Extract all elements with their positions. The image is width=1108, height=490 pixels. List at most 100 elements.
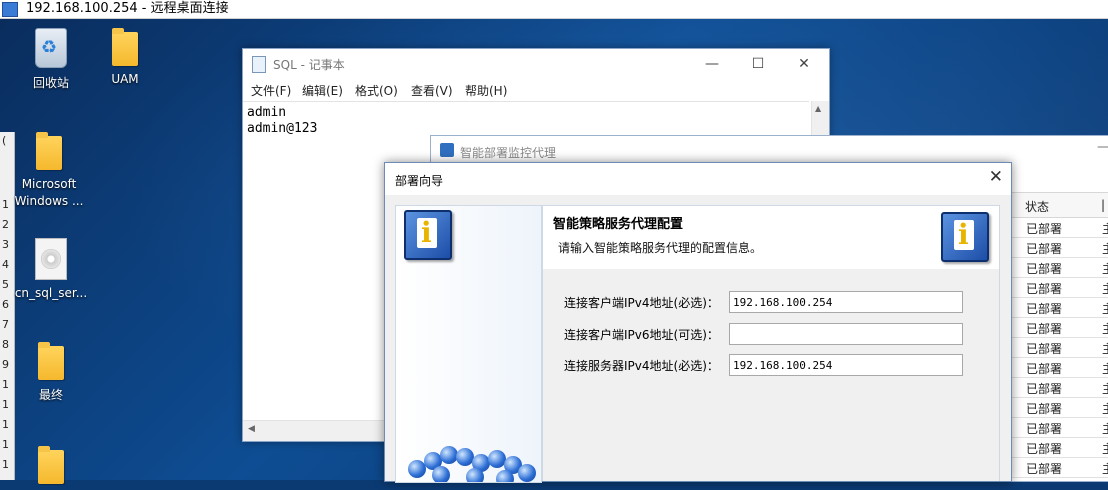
cell: 主 bbox=[1102, 260, 1108, 277]
cell: 主 bbox=[1102, 360, 1108, 377]
server-ipv4-row: 连接服务器IPv4地址(必选)： bbox=[564, 354, 984, 376]
row-digit: 1 bbox=[2, 198, 9, 211]
row-digit: 1 bbox=[2, 438, 9, 451]
close-icon[interactable]: ✕ bbox=[989, 167, 1003, 187]
row-digit: 1 bbox=[2, 458, 9, 471]
wizard-title-bar[interactable]: 部署向导 ✕ bbox=[385, 163, 1011, 195]
scroll-left-icon[interactable]: ◀ bbox=[248, 424, 255, 434]
wizard-form: 连接客户端IPv4地址(必选)： 连接客户端IPv6地址(可选)： 连接服务器I… bbox=[542, 269, 1000, 481]
status-cell: 已部署 bbox=[1026, 282, 1063, 296]
menu-edit[interactable]: 编辑(E) bbox=[302, 82, 343, 99]
table-row[interactable]: 已部署 主 bbox=[1009, 398, 1108, 418]
desktop-icon-cn-sql-server[interactable]: cn_sql_ser... bbox=[11, 238, 91, 300]
notepad-title-bar[interactable]: SQL - 记事本 — ☐ ✕ bbox=[243, 49, 829, 79]
table-row[interactable]: 已部署 主 bbox=[1009, 298, 1108, 318]
client-ipv6-input[interactable] bbox=[729, 323, 963, 345]
desktop-icon-label: 回收站 bbox=[32, 76, 69, 90]
table-row[interactable]: 已部署 主 bbox=[1009, 238, 1108, 258]
desktop-icon-recycle-bin[interactable]: 回收站 bbox=[11, 28, 91, 91]
desktop-icon-microsoft-windows[interactable]: Microsoft Windows ... bbox=[9, 132, 89, 210]
row-digit: 3 bbox=[2, 238, 9, 251]
minimize-button[interactable]: — bbox=[1097, 139, 1108, 155]
client-ipv6-row: 连接客户端IPv6地址(可选)： bbox=[564, 323, 984, 345]
table-row[interactable]: 已部署 主 bbox=[1009, 318, 1108, 338]
text-line: admin bbox=[247, 105, 287, 120]
desktop-icon-label: Microsoft Windows ... bbox=[14, 177, 84, 208]
status-cell: 已部署 bbox=[1026, 362, 1063, 376]
cell: 主 bbox=[1102, 440, 1108, 457]
disc-image-icon bbox=[35, 238, 67, 280]
desktop-icon-label: 最终 bbox=[38, 388, 63, 402]
recycle-bin-icon bbox=[35, 28, 67, 68]
status-cell: 已部署 bbox=[1026, 322, 1063, 336]
cell: 主 bbox=[1102, 340, 1108, 357]
cell: 主 bbox=[1102, 380, 1108, 397]
server-ipv4-label: 连接服务器IPv4地址(必选)： bbox=[564, 359, 719, 373]
wizard-subheading: 请输入智能策略服务代理的配置信息。 bbox=[558, 241, 763, 255]
cell: 主 bbox=[1102, 460, 1108, 477]
network-spheres-graphic bbox=[406, 446, 536, 482]
cell: 主 bbox=[1102, 400, 1108, 417]
table-row[interactable]: 已部署 主 bbox=[1009, 278, 1108, 298]
status-cell: 已部署 bbox=[1026, 302, 1063, 316]
row-digit: 1 bbox=[2, 398, 9, 411]
menu-view[interactable]: 查看(V) bbox=[411, 82, 453, 99]
desktop-icon-folder[interactable] bbox=[11, 446, 91, 490]
client-ipv6-label: 连接客户端IPv6地址(可选)： bbox=[564, 328, 719, 342]
table-row[interactable]: 已部署 主 bbox=[1009, 378, 1108, 398]
agent-title: 智能部署监控代理 bbox=[460, 146, 557, 160]
remote-desktop-icon bbox=[2, 2, 18, 17]
table-row[interactable]: 已部署 主 bbox=[1009, 458, 1108, 478]
info-icon bbox=[941, 212, 989, 262]
desktop-icon-uam[interactable]: UAM bbox=[85, 28, 165, 86]
desktop-icon-final[interactable]: 最终 bbox=[11, 342, 91, 403]
column-header-next[interactable]: | bbox=[1101, 198, 1105, 212]
table-row[interactable]: 已部署 主 bbox=[1009, 418, 1108, 438]
wizard-header: 智能策略服务代理配置 请输入智能策略服务代理的配置信息。 bbox=[542, 205, 1000, 270]
table-row[interactable]: 已部署 主 bbox=[1009, 358, 1108, 378]
status-cell: 已部署 bbox=[1026, 242, 1063, 256]
maximize-button[interactable]: ☐ bbox=[735, 53, 781, 75]
notepad-title: SQL - 记事本 bbox=[273, 58, 345, 72]
minimize-button[interactable]: — bbox=[689, 53, 735, 75]
info-icon bbox=[404, 210, 452, 260]
column-header-status[interactable]: 状态 bbox=[1025, 198, 1049, 215]
rdp-title-bar: 192.168.100.254 - 远程桌面连接 bbox=[0, 0, 1108, 19]
table-row[interactable]: 已部署 主 bbox=[1009, 258, 1108, 278]
cell: 主 bbox=[1102, 420, 1108, 437]
row-digit: 6 bbox=[2, 298, 9, 311]
menu-help[interactable]: 帮助(H) bbox=[465, 82, 507, 99]
row-digit: 5 bbox=[2, 278, 9, 291]
status-cell: 已部署 bbox=[1026, 382, 1063, 396]
wizard-side-banner bbox=[395, 205, 542, 483]
table-row[interactable]: 已部署 主 bbox=[1009, 218, 1108, 238]
row-digit: 1 bbox=[2, 378, 9, 391]
notepad-icon bbox=[252, 56, 266, 73]
cell: 主 bbox=[1102, 240, 1108, 257]
wizard-heading: 智能策略服务代理配置 bbox=[553, 217, 684, 232]
cell: 主 bbox=[1102, 220, 1108, 237]
menu-format[interactable]: 格式(O) bbox=[355, 82, 398, 99]
grid-header: 状态 | bbox=[1009, 192, 1108, 218]
row-digit: 2 bbox=[2, 218, 9, 231]
table-row[interactable]: 已部署 主 bbox=[1009, 438, 1108, 458]
row-digit: 4 bbox=[2, 258, 9, 271]
row-digit: 7 bbox=[2, 318, 9, 331]
close-button[interactable]: ✕ bbox=[781, 53, 827, 75]
notepad-menu-bar: 文件(F) 编辑(E) 格式(O) 查看(V) 帮助(H) bbox=[243, 79, 829, 101]
status-cell: 已部署 bbox=[1026, 462, 1063, 476]
cell: 主 bbox=[1102, 280, 1108, 297]
menu-file[interactable]: 文件(F) bbox=[251, 82, 291, 99]
status-cell: 已部署 bbox=[1026, 342, 1063, 356]
client-ipv4-label: 连接客户端IPv4地址(必选)： bbox=[564, 296, 719, 310]
status-cell: 已部署 bbox=[1026, 222, 1063, 236]
deploy-wizard-dialog[interactable]: 部署向导 ✕ 智能策略服务代理配置 请输入智能策略服务代理的配置信息。 连接客户… bbox=[384, 162, 1012, 483]
client-ipv4-input[interactable] bbox=[729, 291, 963, 313]
folder-icon bbox=[36, 132, 62, 170]
text-line: admin@123 bbox=[247, 121, 318, 136]
server-ipv4-input[interactable] bbox=[729, 354, 963, 376]
scroll-up-icon[interactable]: ▲ bbox=[815, 104, 821, 113]
desktop-icon-label: UAM bbox=[111, 72, 139, 86]
table-row[interactable]: 已部署 主 bbox=[1009, 338, 1108, 358]
row-digit: 9 bbox=[2, 358, 9, 371]
